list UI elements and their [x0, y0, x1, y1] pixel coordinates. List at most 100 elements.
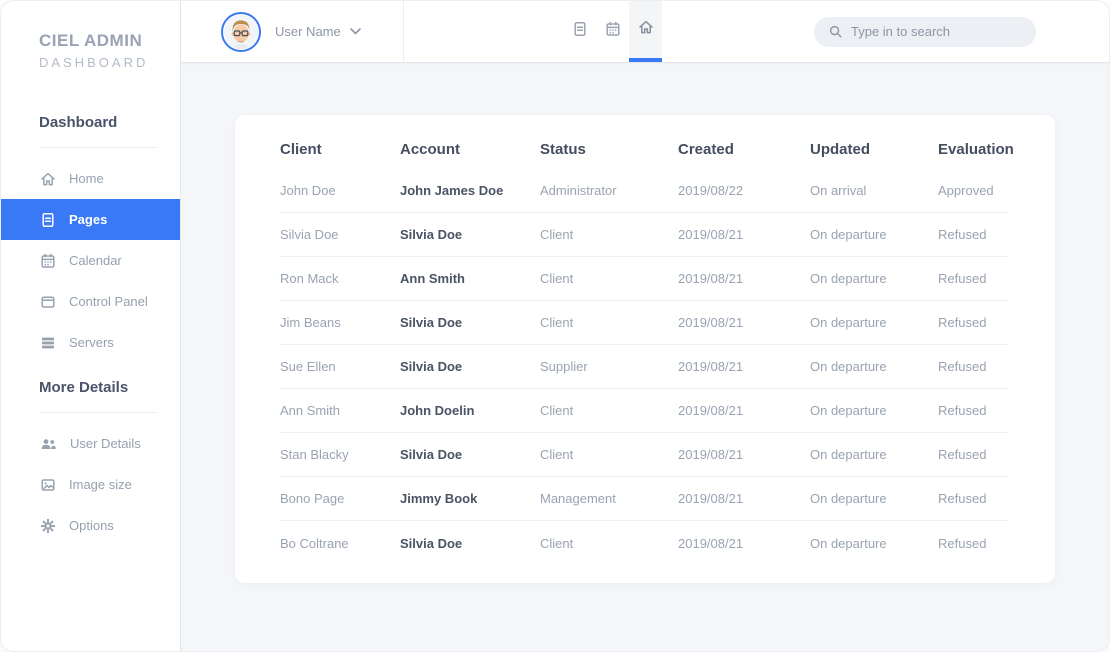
cell-client: Silvia Doe: [280, 227, 339, 242]
servers-icon: [40, 335, 56, 351]
cell-account: Silvia Doe: [400, 315, 463, 330]
sidebar-section: Dashboard Home Pages Calendar Control Panel S…: [1, 114, 180, 363]
cell-client: John Doe: [280, 183, 336, 198]
file-icon: [572, 21, 588, 42]
sidebar-section: More Details User Details Image size Option…: [1, 379, 180, 546]
user-avatar[interactable]: [221, 11, 261, 52]
table-header-row: Client Account Status Created Updated Evaluat…: [280, 129, 1014, 169]
cell-client: Sue Ellen: [280, 359, 336, 374]
sidebar-section-header: More Details: [39, 379, 129, 396]
app-logo: CIEL ADMIN DASHBOARD: [1, 1, 180, 70]
main-content: Client Account Status Created Updated Evaluat…: [181, 63, 1109, 651]
cell-created: 2019/08/21: [678, 491, 744, 506]
sidebar-item-options[interactable]: Options: [1, 505, 180, 546]
cell-created: 2019/08/21: [678, 227, 744, 242]
cell-evaluation: Refused: [938, 535, 987, 551]
sidebar-nav: Dashboard Home Pages Calendar Control Panel S…: [1, 114, 180, 546]
cell-status: Client: [540, 535, 574, 551]
data-table-card: Client Account Status Created Updated Evaluat…: [235, 115, 1055, 583]
sidebar-item-home[interactable]: Home: [1, 158, 180, 199]
table-row[interactable]: Bo Coltrane Silvia Doe Client 2019/08/21 On …: [280, 521, 1009, 565]
sidebar-item-calendar[interactable]: Calendar: [1, 240, 180, 281]
sidebar-item-label: Pages: [69, 212, 108, 227]
column-header-updated: Updated: [810, 140, 870, 158]
sidebar-item-label: Calendar: [69, 253, 122, 268]
tab-calendar[interactable]: [596, 1, 629, 62]
sidebar-item-label: Home: [69, 171, 104, 186]
cell-client: Bo Coltrane: [280, 535, 349, 551]
table-row[interactable]: Sue Ellen Silvia Doe Supplier 2019/08/21 On …: [280, 345, 1009, 389]
cell-created: 2019/08/21: [678, 403, 744, 418]
sidebar-item-label: Options: [69, 518, 114, 533]
cell-status: Client: [540, 271, 574, 286]
home-icon: [638, 19, 654, 40]
table-body: John Doe John James Doe Administrator 2019/…: [280, 169, 1009, 565]
cell-client: Ron Mack: [280, 271, 339, 286]
cell-evaluation: Refused: [938, 491, 987, 506]
user-name-label: User Name: [275, 24, 341, 39]
logo-title: CIEL ADMIN: [39, 31, 143, 50]
cell-client: Stan Blacky: [280, 447, 349, 462]
cell-updated: On arrival: [810, 183, 867, 198]
users-icon: [40, 436, 57, 452]
cell-updated: On departure: [810, 271, 887, 286]
cell-account: Jimmy Book: [400, 491, 478, 506]
table-row[interactable]: Bono Page Jimmy Book Management 2019/08/21 O…: [280, 477, 1009, 521]
search-icon: [828, 24, 843, 39]
divider: [39, 147, 157, 148]
table-row[interactable]: Ron Mack Ann Smith Client 2019/08/21 On depa…: [280, 257, 1009, 301]
cell-status: Client: [540, 315, 574, 330]
panel-icon: [40, 294, 56, 310]
cell-evaluation: Refused: [938, 227, 987, 242]
search-box: [814, 16, 1036, 47]
cell-evaluation: Refused: [938, 359, 987, 374]
cell-evaluation: Refused: [938, 315, 987, 330]
cell-updated: On departure: [810, 447, 887, 462]
user-menu[interactable]: User Name: [181, 1, 404, 62]
table-row[interactable]: Jim Beans Silvia Doe Client 2019/08/21 On de…: [280, 301, 1009, 345]
cell-created: 2019/08/21: [678, 315, 744, 330]
column-header-evaluation: Evaluation: [938, 140, 1014, 158]
logo-subtitle: DASHBOARD: [39, 55, 149, 70]
tab-file[interactable]: [563, 1, 596, 62]
cell-evaluation: Refused: [938, 403, 987, 418]
cell-account: Silvia Doe: [400, 359, 463, 374]
sidebar-item-control-panel[interactable]: Control Panel: [1, 281, 180, 322]
app-window: CIEL ADMIN DASHBOARD Dashboard Home Pages C…: [0, 0, 1110, 652]
table-row[interactable]: Ann Smith John Doelin Client 2019/08/21 On d…: [280, 389, 1009, 433]
cell-updated: On departure: [810, 491, 887, 506]
main-area: User Name Client Account Status Created Upda…: [181, 1, 1109, 651]
cell-created: 2019/08/21: [678, 447, 744, 462]
table-row[interactable]: Stan Blacky Silvia Doe Client 2019/08/21 On …: [280, 433, 1009, 477]
column-header-created: Created: [678, 140, 734, 158]
topbar-tabs: [563, 1, 662, 62]
gear-icon: [40, 518, 56, 534]
cell-status: Client: [540, 447, 574, 462]
sidebar-item-servers[interactable]: Servers: [1, 322, 180, 363]
sidebar-section-header: Dashboard: [39, 114, 118, 131]
cell-updated: On departure: [810, 315, 887, 330]
cell-status: Administrator: [540, 183, 617, 198]
sidebar-item-image-size[interactable]: Image size: [1, 464, 180, 505]
cell-account: John James Doe: [400, 183, 504, 198]
table-row[interactable]: John Doe John James Doe Administrator 2019/…: [280, 169, 1009, 213]
sidebar-item-pages[interactable]: Pages: [1, 199, 180, 240]
cell-created: 2019/08/21: [678, 271, 744, 286]
sidebar-item-user-details[interactable]: User Details: [1, 423, 180, 464]
file-icon: [40, 212, 56, 228]
chevron-down-icon: [349, 28, 361, 35]
cell-account: Silvia Doe: [400, 227, 463, 242]
cell-created: 2019/08/21: [678, 359, 744, 374]
table-row[interactable]: Silvia Doe Silvia Doe Client 2019/08/21 On d…: [280, 213, 1009, 257]
search-input[interactable]: [851, 24, 1022, 39]
column-header-account: Account: [400, 140, 460, 158]
divider: [39, 412, 157, 413]
cell-account: Silvia Doe: [400, 447, 463, 462]
cell-evaluation: Refused: [938, 271, 987, 286]
cell-updated: On departure: [810, 403, 887, 418]
column-header-status: Status: [540, 140, 586, 158]
sidebar-item-label: Control Panel: [69, 294, 148, 309]
cell-client: Bono Page: [280, 491, 345, 506]
tab-home[interactable]: [629, 1, 662, 62]
cell-status: Supplier: [540, 359, 588, 374]
